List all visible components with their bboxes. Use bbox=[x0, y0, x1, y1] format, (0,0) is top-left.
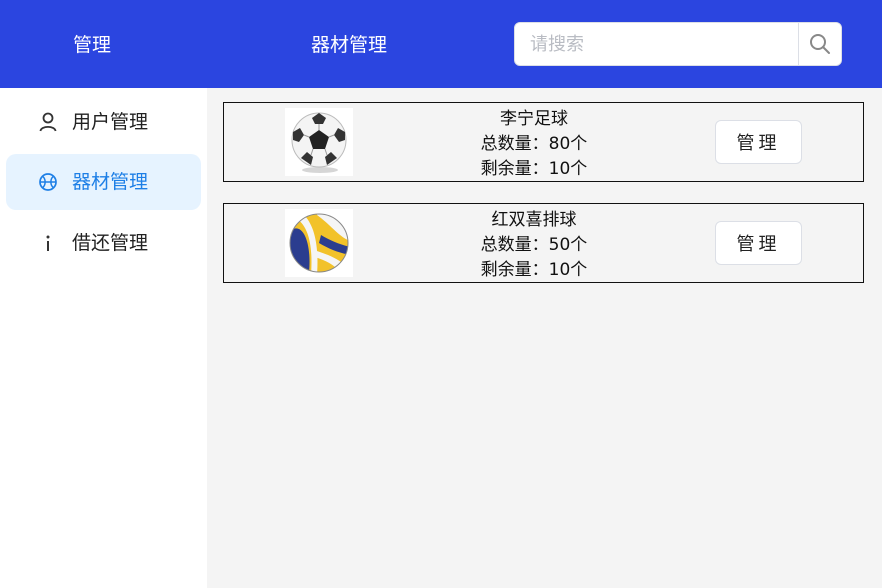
search-box bbox=[514, 22, 842, 66]
user-icon bbox=[38, 112, 58, 132]
equipment-card: 红双喜排球 总数量：50个 剩余量：10个 管理 bbox=[223, 203, 864, 283]
basketball-icon bbox=[38, 172, 58, 192]
manage-button[interactable]: 管理 bbox=[715, 120, 802, 164]
equipment-name: 红双喜排球 bbox=[491, 210, 577, 230]
equipment-info: 李宁足球 总数量：80个 剩余量：10个 bbox=[434, 107, 634, 182]
search-icon bbox=[810, 34, 830, 54]
volleyball-image bbox=[285, 209, 353, 277]
top-header: 管理 器材管理 bbox=[0, 0, 882, 88]
manage-button[interactable]: 管理 bbox=[715, 221, 802, 265]
sidebar-item-borrow-return[interactable]: 借还管理 bbox=[6, 215, 201, 271]
equipment-info: 红双喜排球 总数量：50个 剩余量：10个 bbox=[434, 208, 634, 283]
equipment-total: 总数量：50个 bbox=[480, 235, 588, 255]
sidebar-item-label: 用户管理 bbox=[72, 111, 149, 133]
brand-title: 管理 bbox=[73, 34, 112, 56]
equipment-remaining: 剩余量：10个 bbox=[480, 159, 588, 179]
page-title: 器材管理 bbox=[311, 34, 388, 56]
equipment-card: 李宁足球 总数量：80个 剩余量：10个 管理 bbox=[223, 102, 864, 182]
sidebar: 用户管理 器材管理 借还管理 bbox=[0, 88, 207, 588]
sidebar-item-label: 器材管理 bbox=[72, 171, 149, 193]
info-icon bbox=[38, 233, 58, 253]
equipment-name: 李宁足球 bbox=[500, 109, 568, 129]
sidebar-item-users[interactable]: 用户管理 bbox=[6, 94, 201, 150]
equipment-remaining: 剩余量：10个 bbox=[480, 260, 588, 280]
search-input[interactable] bbox=[515, 23, 799, 65]
sidebar-item-equipment[interactable]: 器材管理 bbox=[6, 154, 201, 210]
sidebar-item-label: 借还管理 bbox=[72, 232, 149, 254]
search-button[interactable] bbox=[798, 23, 841, 65]
equipment-total: 总数量：80个 bbox=[480, 134, 588, 154]
main-content: 李宁足球 总数量：80个 剩余量：10个 管理 红双喜排球 总数量：50个 剩余… bbox=[207, 88, 882, 588]
soccer-ball-image bbox=[285, 108, 353, 176]
